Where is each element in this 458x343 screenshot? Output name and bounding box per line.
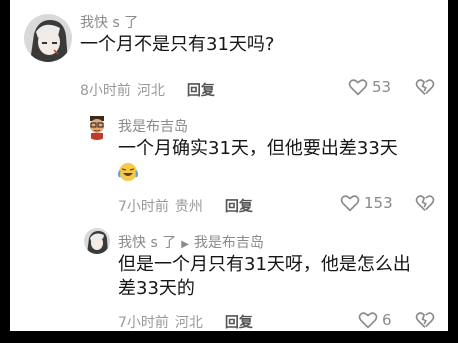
comment-meta: 7小时前 河北 回复 (118, 312, 253, 331)
timestamp: 7小时前 (118, 199, 169, 215)
comment-text: 一个月不是只有31天吗? (80, 34, 275, 55)
like-button[interactable]: 153 (340, 194, 393, 212)
bottom-letterbox (0, 331, 458, 343)
like-count: 153 (364, 194, 393, 212)
reply-header: 我快 s 了 ▶ 我是布吉岛 (118, 232, 264, 252)
like-count: 6 (382, 311, 392, 329)
avatar[interactable] (84, 114, 110, 140)
comment-text: 一个月确实31天，但他要出差33天 (118, 138, 398, 159)
reply-to-username[interactable]: 我是布吉岛 (194, 235, 264, 251)
reply-button[interactable]: 回复 (187, 83, 215, 99)
like-count: 53 (372, 78, 392, 96)
reply-button[interactable]: 回复 (225, 315, 253, 331)
heart-icon (348, 79, 368, 96)
heart-icon (340, 195, 360, 212)
avatar[interactable] (24, 14, 72, 62)
comment-meta: 7小时前 贵州 回复 (118, 196, 253, 216)
like-button[interactable]: 53 (348, 78, 391, 96)
avatar[interactable] (84, 228, 110, 254)
broken-heart-icon (415, 79, 435, 95)
comment-text: 但是一个月只有31天呀，他是怎么出 (118, 254, 411, 275)
broken-heart-icon (415, 195, 435, 211)
username[interactable]: 我是布吉岛 (118, 116, 188, 136)
location: 河北 (174, 315, 203, 331)
dislike-button[interactable] (415, 311, 435, 329)
heart-icon (358, 312, 378, 329)
username[interactable]: 我快 s 了 (118, 235, 176, 251)
dislike-button[interactable] (415, 194, 435, 212)
timestamp: 7小时前 (118, 315, 169, 331)
comment-meta: 8小时前 河北 回复 (80, 80, 215, 100)
location: 河北 (136, 83, 165, 99)
comment-text-continued: 差33天的 (118, 278, 195, 299)
reply-arrow-icon: ▶ (181, 239, 189, 250)
like-button[interactable]: 6 (358, 311, 392, 329)
laughing-crying-emoji (118, 163, 138, 181)
username[interactable]: 我快 s 了 (80, 12, 138, 32)
location: 贵州 (174, 199, 203, 215)
timestamp: 8小时前 (80, 83, 131, 99)
dislike-button[interactable] (415, 78, 435, 96)
comment-list: 我快 s 了 一个月不是只有31天吗? 8小时前 河北 回复 53 我是布吉岛 … (10, 0, 448, 331)
broken-heart-icon (415, 312, 435, 328)
reply-button[interactable]: 回复 (225, 199, 253, 215)
